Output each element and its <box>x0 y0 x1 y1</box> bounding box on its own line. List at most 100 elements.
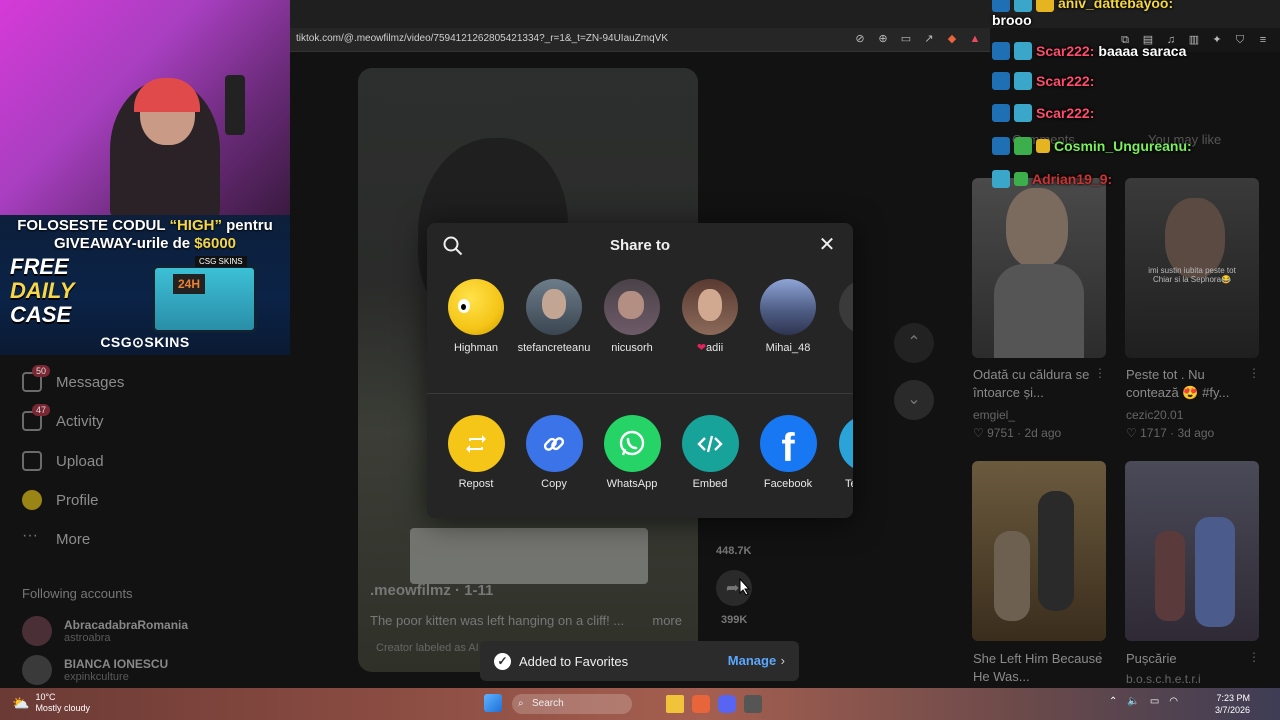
post-age: 2d ago <box>1024 426 1062 440</box>
action-label: Facebook <box>763 478 813 490</box>
caption-more-link[interactable]: more <box>652 613 682 628</box>
share-contact[interactable]: nicusorh <box>595 279 669 355</box>
chest-display: 24H <box>173 274 205 294</box>
discord-icon[interactable] <box>718 695 736 713</box>
next-video-button[interactable]: ⌄ <box>894 380 934 420</box>
chat-username: Scar222: <box>1036 43 1095 59</box>
share-contact[interactable]: Mihai_48 <box>751 279 825 355</box>
sponsor-banner: FOLOSESTE CODUL “HIGH” pentru GIVEAWAY-u… <box>0 215 290 355</box>
copy-link-button[interactable]: Copy <box>517 415 591 490</box>
microphone-icon <box>225 75 245 135</box>
contact-name-text: adii <box>706 342 724 354</box>
display-icon[interactable]: ▭ <box>1150 696 1159 707</box>
previous-video-button[interactable]: ⌃ <box>894 323 934 363</box>
address-bar[interactable]: tiktok.com/@.meowfilmz/video/75941212628… <box>290 28 990 52</box>
vpn-icon[interactable]: ⛉ <box>1233 33 1247 47</box>
system-clock[interactable]: 7:23 PM 3/7/2026 <box>1215 692 1250 716</box>
video-card-author[interactable]: b.o.s.c.h.e.t.r.i <box>1126 672 1201 686</box>
sidebar-item-upload[interactable]: Upload <box>22 449 104 473</box>
url-text[interactable]: tiktok.com/@.meowfilmz/video/75941212628… <box>296 33 668 44</box>
video-card-author[interactable]: emgiel_ <box>973 408 1015 422</box>
manage-link[interactable]: Manage › <box>728 652 785 670</box>
cast-icon[interactable]: ▭ <box>899 32 913 46</box>
person-figure <box>1195 517 1235 627</box>
post-age: 3d ago <box>1177 426 1215 440</box>
sidebar-item-activity[interactable]: 47 Activity <box>22 404 104 433</box>
contact-name: stefancreteanu <box>517 342 591 354</box>
video-caption: The poor kitten was left hanging on a cl… <box>370 613 625 628</box>
weather-widget[interactable]: ⛅ 10°C Mostly cloudy <box>12 692 90 714</box>
share-contact[interactable]: Highman <box>439 279 513 355</box>
likes-count: 9751 <box>987 426 1014 440</box>
brave-browser-icon[interactable] <box>692 695 710 713</box>
brave-shield-icon[interactable]: ◆ <box>945 32 959 46</box>
whatsapp-button[interactable]: WhatsApp <box>595 415 669 490</box>
sidebar-icon[interactable]: ▥ <box>1187 33 1201 47</box>
wifi-icon[interactable]: ◠ <box>1169 696 1178 707</box>
heart-icon: ❤ <box>696 342 707 354</box>
account-name: BIANCA IONESCU <box>64 657 169 671</box>
video-card-title[interactable]: Peste tot . Nu contează 😍 #fy... <box>1126 366 1256 402</box>
chevron-down-icon: ⌄ <box>907 391 921 408</box>
calculator-icon[interactable] <box>744 695 762 713</box>
chat-username: Scar222: <box>1036 73 1095 89</box>
taskbar-search[interactable]: ⌕ Search <box>512 694 632 714</box>
file-explorer-icon[interactable] <box>666 695 684 713</box>
card-options-icon[interactable]: ⋮ <box>1248 366 1260 380</box>
weather-condition: Mostly cloudy <box>35 703 90 713</box>
facebook-button[interactable]: f Facebook <box>751 415 825 490</box>
telegram-button[interactable]: Te <box>829 415 853 490</box>
sidebar-item-more[interactable]: ··· More <box>22 527 90 551</box>
speaker-icon[interactable]: 🔈 <box>1127 696 1139 707</box>
video-card-author[interactable]: cezic20.01 <box>1126 408 1183 422</box>
chat-message: Scar222: <box>992 104 1094 122</box>
card-options-icon[interactable]: ⋮ <box>1094 650 1106 664</box>
video-card-thumbnail[interactable] <box>972 178 1106 358</box>
video-card-thumbnail[interactable] <box>1125 461 1259 641</box>
person-figure <box>994 531 1030 621</box>
brave-rewards-icon[interactable]: ▲ <box>968 32 982 46</box>
moderator-badge-icon <box>992 42 1010 60</box>
video-author[interactable]: .meowfilmz · 1-11 <box>370 582 493 599</box>
video-card-title[interactable]: She Left Him Because He Was... <box>973 650 1103 686</box>
windows-start-icon[interactable] <box>484 694 502 712</box>
card-options-icon[interactable]: ⋮ <box>1094 366 1106 380</box>
puzzle-icon[interactable]: ✦ <box>1210 33 1224 47</box>
chevron-up-icon[interactable]: ⌃ <box>1109 696 1117 707</box>
upload-icon <box>22 451 42 471</box>
modal-title: Share to <box>609 237 670 254</box>
following-account[interactable]: AbracadabraRomania astroabra <box>22 616 188 646</box>
weather-cloud-icon: ⛅ <box>12 694 30 711</box>
promo-text: pentru <box>221 217 273 234</box>
video-card-title[interactable]: Pușcărie <box>1126 650 1256 668</box>
favorites-toast: ✓ Added to Favorites Manage › <box>480 641 799 681</box>
chat-username: Adrian19_9: <box>1032 171 1113 187</box>
windows-taskbar: ⛅ 10°C Mostly cloudy ⌕ Search ⌃ 🔈 ▭ ◠ 7:2… <box>0 688 1280 720</box>
embed-button[interactable]: Embed <box>673 415 747 490</box>
contact-name: nicusorh <box>611 342 653 354</box>
menu-icon[interactable]: ≡ <box>1256 33 1270 47</box>
person-figure <box>1038 491 1074 611</box>
share-contact[interactable] <box>829 279 853 335</box>
card-options-icon[interactable]: ⋮ <box>1248 650 1260 664</box>
sidebar-item-profile[interactable]: Profile <box>22 488 99 512</box>
promo-free: FREE <box>10 254 69 279</box>
following-account[interactable]: BIANCA IONESCU expinkculture <box>22 655 168 685</box>
sidebar-item-messages[interactable]: 50 Messages <box>22 365 124 394</box>
avatar <box>760 279 816 335</box>
close-icon[interactable]: ✕ <box>817 235 837 255</box>
translate-icon[interactable]: ⊘ <box>853 32 867 46</box>
moderator-badge-icon <box>992 0 1010 12</box>
toast-text: Added to Favorites <box>519 653 629 669</box>
zoom-icon[interactable]: ⊕ <box>876 32 890 46</box>
share-page-icon[interactable]: ↗ <box>922 32 936 46</box>
repost-button[interactable]: Repost <box>439 415 513 490</box>
video-card-title[interactable]: Odată cu căldura se întoarce și... <box>973 366 1103 402</box>
video-card-thumbnail[interactable] <box>972 461 1106 641</box>
free-daily-case-text: FREE DAILY CASE <box>10 255 74 327</box>
share-contact[interactable]: stefancreteanu <box>517 279 591 355</box>
promo-text: GIVEAWAY-urile de <box>53 235 195 252</box>
subscriber-badge-icon <box>1014 42 1032 60</box>
share-contact[interactable]: ❤adii <box>673 279 747 355</box>
video-card-thumbnail[interactable]: imi sustin iubita peste tot Chiar si la S… <box>1125 178 1259 358</box>
